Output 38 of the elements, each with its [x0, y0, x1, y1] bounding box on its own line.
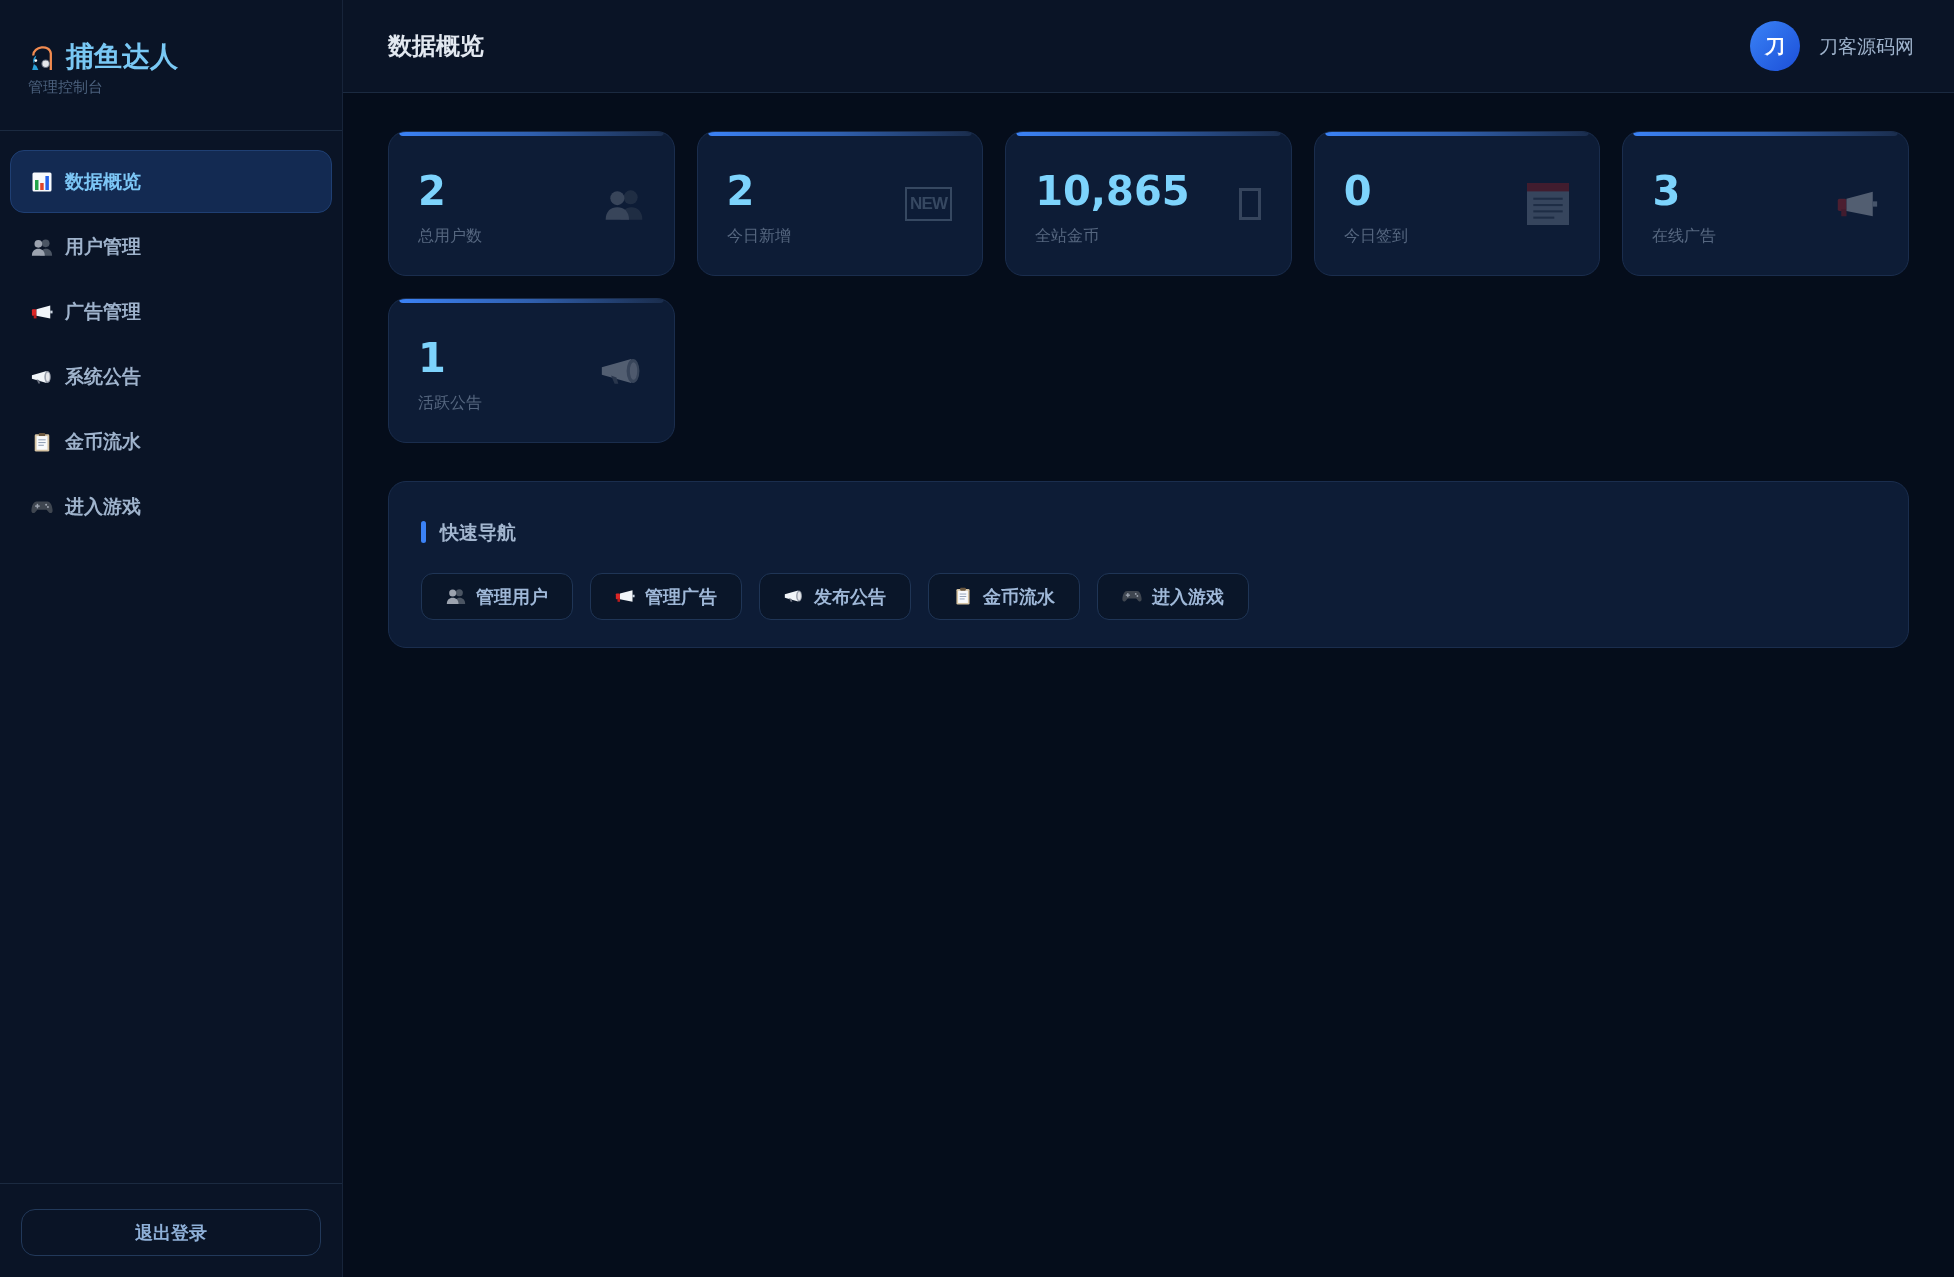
user-avatar[interactable]: 刀: [1750, 21, 1800, 71]
stat-value: 2: [418, 166, 447, 215]
page-title: 数据概览: [388, 31, 484, 62]
logout-button[interactable]: 退出登录: [21, 1209, 321, 1256]
stat-value: 10,865: [1035, 166, 1190, 215]
quick-nav-button[interactable]: 金币流水: [928, 572, 1080, 620]
users-icon: [31, 236, 53, 257]
calendar-icon: [1527, 182, 1570, 225]
stat-value: 2: [726, 166, 756, 215]
bar-chart-icon: [31, 171, 53, 192]
quick-nav-button[interactable]: 管理用户: [421, 572, 573, 620]
sidebar-item[interactable]: 金币流水: [10, 410, 332, 473]
sidebar-item[interactable]: 数据概览: [10, 150, 332, 213]
app-title: 捕鱼达人: [66, 40, 178, 74]
quick-nav-button[interactable]: 进入游戏: [1097, 572, 1249, 620]
stat-label: 今日签到: [1343, 224, 1408, 247]
stat-label: 全站金币: [1035, 224, 1101, 247]
sidebar-item[interactable]: 进入游戏: [10, 475, 332, 538]
sidebar-item[interactable]: 用户管理: [10, 215, 332, 278]
quick-nav-button[interactable]: 发布公告: [759, 572, 911, 620]
quick-nav-button[interactable]: 管理广告: [590, 572, 742, 620]
clipboard-icon: [953, 587, 973, 605]
stat-value: 0: [1343, 166, 1373, 215]
stat-label: 在线广告: [1652, 224, 1717, 247]
app-subtitle: 管理控制台: [28, 77, 104, 97]
loudspeaker-icon: [615, 587, 635, 605]
rectangle-icon: [1238, 187, 1261, 220]
stat-label: 活跃公告: [418, 391, 482, 414]
sidebar-item[interactable]: 广告管理: [10, 280, 332, 343]
section-title: 快速导航: [440, 520, 516, 545]
loudspeaker-icon: [1836, 189, 1878, 218]
user-name: 刀客源码网: [1819, 33, 1914, 59]
stat-label: 总用户数: [418, 224, 482, 247]
stat-value: 3: [1652, 166, 1682, 215]
stat-value: 1: [418, 333, 447, 382]
users-icon: [446, 587, 466, 605]
sidebar-item[interactable]: 系统公告: [10, 345, 332, 408]
stat-label: 今日新增: [726, 224, 791, 247]
